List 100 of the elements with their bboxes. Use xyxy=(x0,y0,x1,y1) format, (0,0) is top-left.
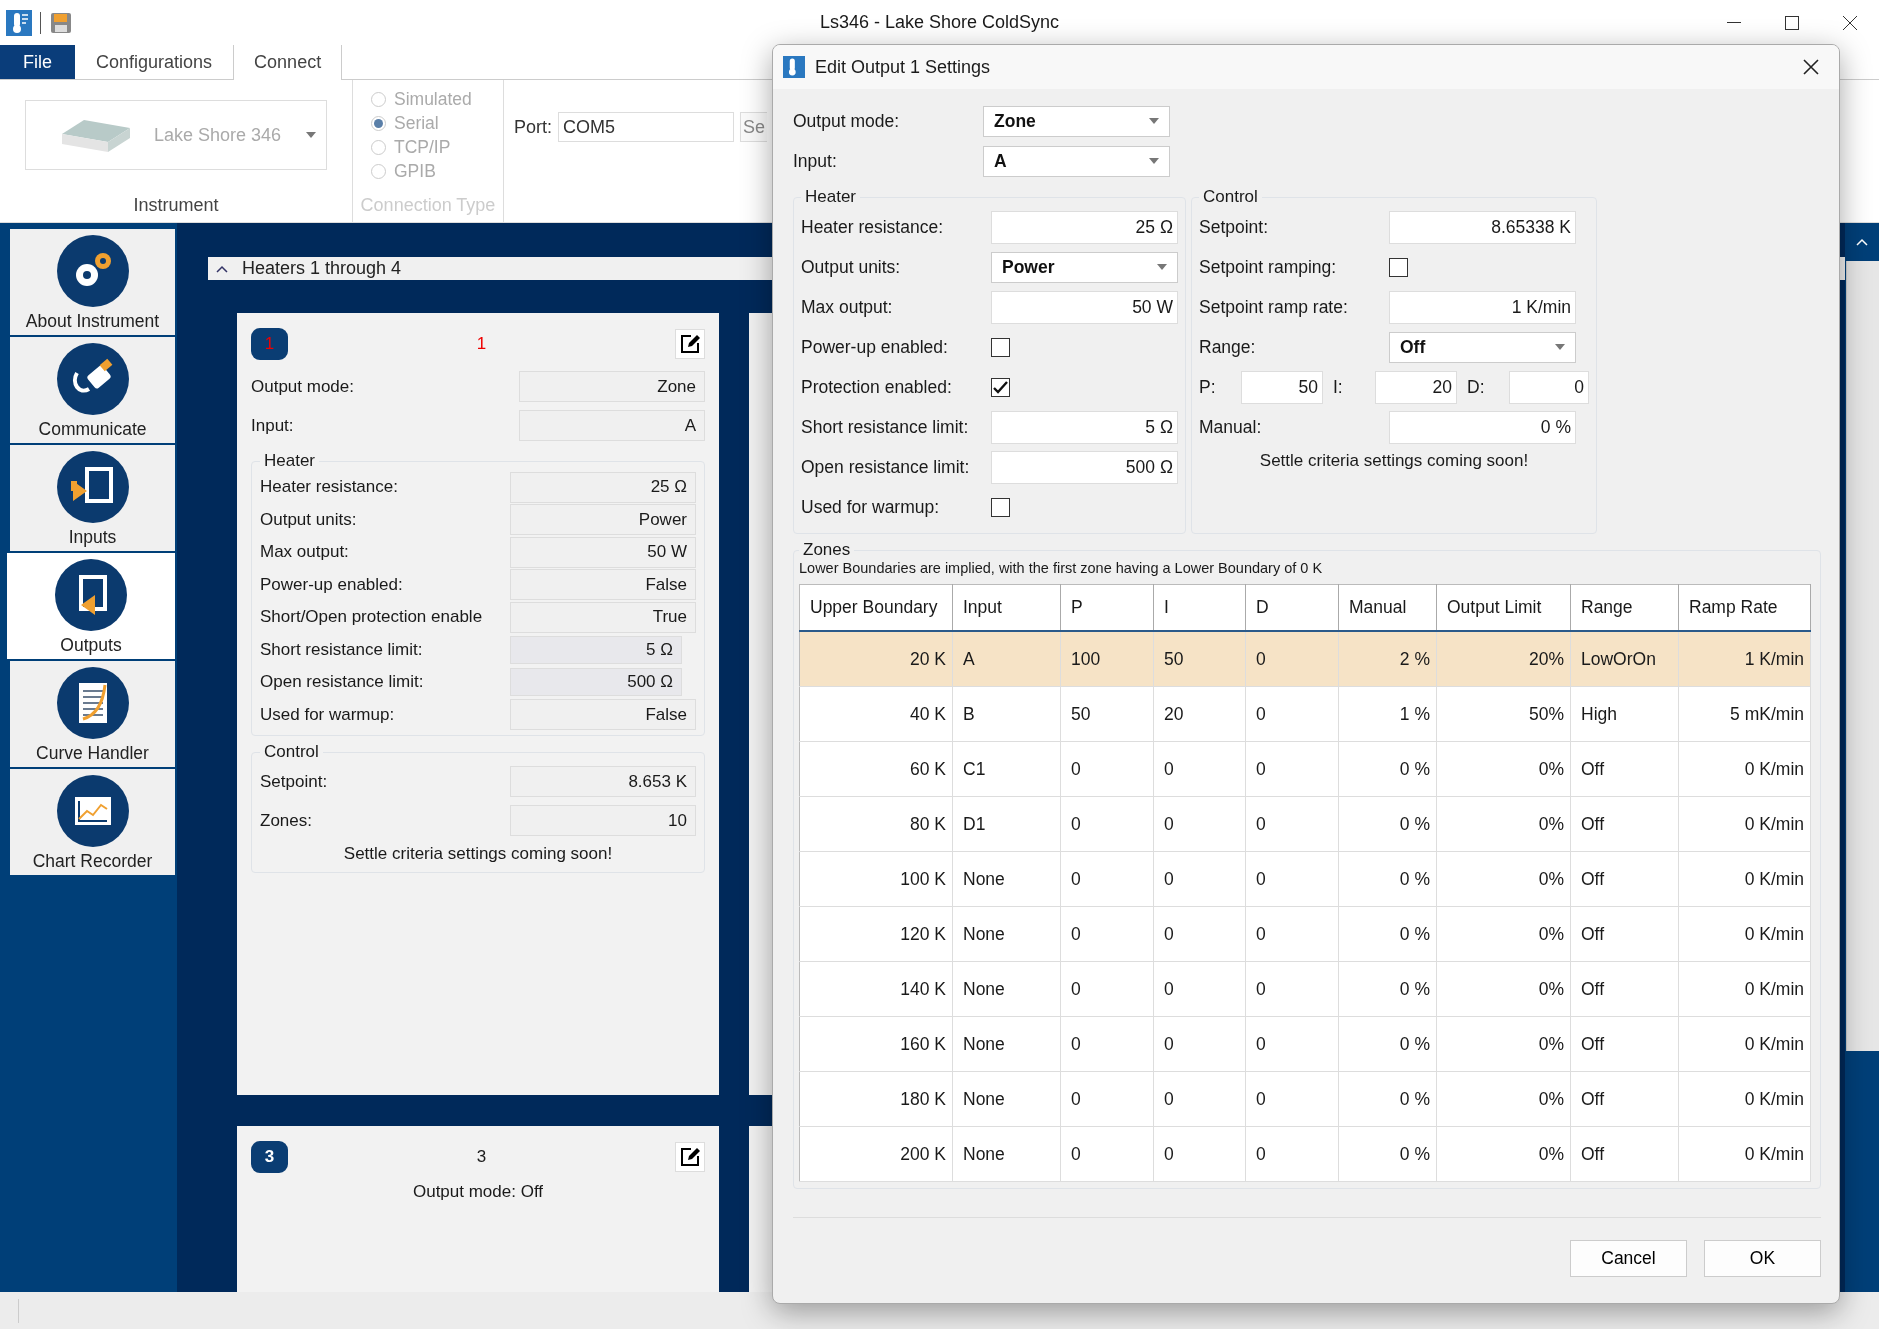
field-label: Input: xyxy=(251,415,295,436)
table-row[interactable]: 20 K A 100 50 0 2 % 20% LowOrOn 1 K/min xyxy=(799,631,1811,687)
table-cell: 0 xyxy=(1245,741,1339,797)
table-cell: D1 xyxy=(952,796,1061,852)
input-field[interactable]: 0 xyxy=(1509,370,1589,404)
output-badge: 1 xyxy=(251,328,288,360)
table-cell: 0 xyxy=(1060,851,1154,907)
group-title: Control xyxy=(1202,187,1259,207)
table-cell: 0% xyxy=(1436,961,1571,1017)
sidebar-item[interactable]: Outputs xyxy=(7,553,175,659)
ribbon-tab[interactable]: Connect xyxy=(233,44,343,80)
table-row[interactable]: 180 K None 0 0 0 0 % 0% Off 0 K/min xyxy=(799,1071,1811,1127)
table-cell: Off xyxy=(1570,1016,1679,1072)
group-label: Instrument xyxy=(132,195,220,217)
table-cell: LowOrOn xyxy=(1570,631,1679,687)
checkbox[interactable] xyxy=(1389,257,1408,277)
input-field[interactable]: 500 Ω xyxy=(991,450,1178,484)
field-label: Output units: xyxy=(260,509,358,530)
checkbox[interactable] xyxy=(991,497,1010,517)
table-row[interactable]: 100 K None 0 0 0 0 % 0% Off 0 K/min xyxy=(799,851,1811,907)
input-field[interactable]: 8.65338 K xyxy=(1389,210,1576,244)
thermometer-icon[interactable] xyxy=(6,9,32,36)
sidebar-item[interactable]: Chart Recorder xyxy=(10,769,175,875)
table-row[interactable]: 140 K None 0 0 0 0 % 0% Off 0 K/min xyxy=(799,961,1811,1017)
edit-button[interactable] xyxy=(675,1142,705,1172)
value-field: 8.653 K xyxy=(510,766,696,797)
table-cell: 0 xyxy=(1153,1126,1246,1182)
table-cell: 40 K xyxy=(799,686,953,742)
input-field[interactable]: 1 K/min xyxy=(1389,290,1576,324)
edit-button[interactable] xyxy=(675,329,705,359)
dropdown[interactable]: Off xyxy=(1389,331,1576,363)
sidebar-item[interactable]: Communicate xyxy=(10,337,175,443)
table-cell: 0 xyxy=(1153,1016,1246,1072)
sidebar-item[interactable]: About Instrument xyxy=(10,229,175,335)
cancel-button[interactable]: Cancel xyxy=(1570,1240,1687,1277)
input-field[interactable]: 50 xyxy=(1241,370,1323,404)
group-title: Heater xyxy=(804,187,858,207)
curve-document-icon xyxy=(56,667,129,739)
table-cell: 120 K xyxy=(799,906,953,962)
zones-note: Lower Boundaries are implied, with the first zone having a Lower Boundary of 0 K xyxy=(799,560,1324,576)
input-field[interactable]: 25 Ω xyxy=(991,210,1178,244)
card-title: 1 xyxy=(475,334,488,354)
sidebar-item[interactable]: Inputs xyxy=(10,445,175,551)
input-field[interactable]: 50 W xyxy=(991,290,1178,324)
table-cell: Off xyxy=(1570,851,1679,907)
field-label: Setpoint ramp rate: xyxy=(1199,296,1349,318)
dropdown[interactable]: Power xyxy=(991,251,1178,283)
table-cell: 0 xyxy=(1153,906,1246,962)
table-cell: 0 K/min xyxy=(1678,961,1811,1017)
save-icon[interactable] xyxy=(49,10,73,35)
table-cell: 1 % xyxy=(1338,686,1437,742)
table-cell: 0 xyxy=(1245,851,1339,907)
checkbox[interactable] xyxy=(991,337,1010,357)
instrument-name: Lake Shore 346 xyxy=(154,124,282,146)
file-menu[interactable]: File xyxy=(0,45,75,79)
table-cell: 0 K/min xyxy=(1678,1071,1811,1127)
chevron-up-icon xyxy=(216,264,228,273)
field-label: Output mode: xyxy=(793,110,901,132)
table-cell: 0% xyxy=(1436,796,1571,852)
field-label: Power-up enabled: xyxy=(260,574,404,595)
value-field: True xyxy=(510,601,696,633)
table-row[interactable]: 160 K None 0 0 0 0 % 0% Off 0 K/min xyxy=(799,1016,1811,1072)
table-cell: 140 K xyxy=(799,961,953,1017)
input-field[interactable]: 0 % xyxy=(1389,410,1576,444)
table-row[interactable]: 40 K B 50 20 0 1 % 50% High 5 mK/min xyxy=(799,686,1811,742)
ok-button[interactable]: OK xyxy=(1704,1240,1821,1277)
table-row[interactable]: 200 K None 0 0 0 0 % 0% Off 0 K/min xyxy=(799,1126,1811,1182)
maximize-icon xyxy=(1785,15,1799,30)
table-cell: 80 K xyxy=(799,796,953,852)
value-field: A xyxy=(519,410,705,441)
dropdown[interactable]: Zone xyxy=(983,105,1170,137)
window-title: Ls346 - Lake Shore ColdSync xyxy=(819,12,1060,33)
table-row[interactable]: 80 K D1 0 0 0 0 % 0% Off 0 K/min xyxy=(799,796,1811,852)
port-field[interactable]: COM5 xyxy=(558,112,734,142)
instrument-drawing xyxy=(60,118,132,152)
checkbox[interactable] xyxy=(991,377,1010,397)
field-label: Setpoint: xyxy=(1199,216,1270,238)
table-cell: 0% xyxy=(1436,851,1571,907)
field-label: Short resistance limit: xyxy=(260,639,424,660)
value-field: Power xyxy=(510,504,696,536)
table-row[interactable]: 120 K None 0 0 0 0 % 0% Off 0 K/min xyxy=(799,906,1811,962)
group-title: Zones xyxy=(802,540,852,560)
input-field[interactable]: 20 xyxy=(1375,370,1457,404)
plug-icon xyxy=(56,343,129,415)
table-cell: 5 mK/min xyxy=(1678,686,1811,742)
close-icon xyxy=(1803,59,1819,75)
table-cell: 0 % xyxy=(1338,1071,1437,1127)
table-cell: 60 K xyxy=(799,741,953,797)
table-row[interactable]: 60 K C1 0 0 0 0 % 0% Off 0 K/min xyxy=(799,741,1811,797)
field-label: Used for warmup: xyxy=(801,496,941,518)
input-field[interactable]: 5 Ω xyxy=(991,410,1178,444)
close-icon xyxy=(1843,15,1857,30)
table-cell: 180 K xyxy=(799,1071,953,1127)
settle-note: Settle criteria settings coming soon! xyxy=(342,843,614,865)
sidebar-item[interactable]: Curve Handler xyxy=(10,661,175,767)
table-cell: 0 xyxy=(1245,1016,1339,1072)
dropdown[interactable]: A xyxy=(983,145,1170,177)
table-cell: 0% xyxy=(1436,906,1571,962)
table-cell: 0 xyxy=(1060,796,1154,852)
group-title: Heater xyxy=(263,451,317,471)
